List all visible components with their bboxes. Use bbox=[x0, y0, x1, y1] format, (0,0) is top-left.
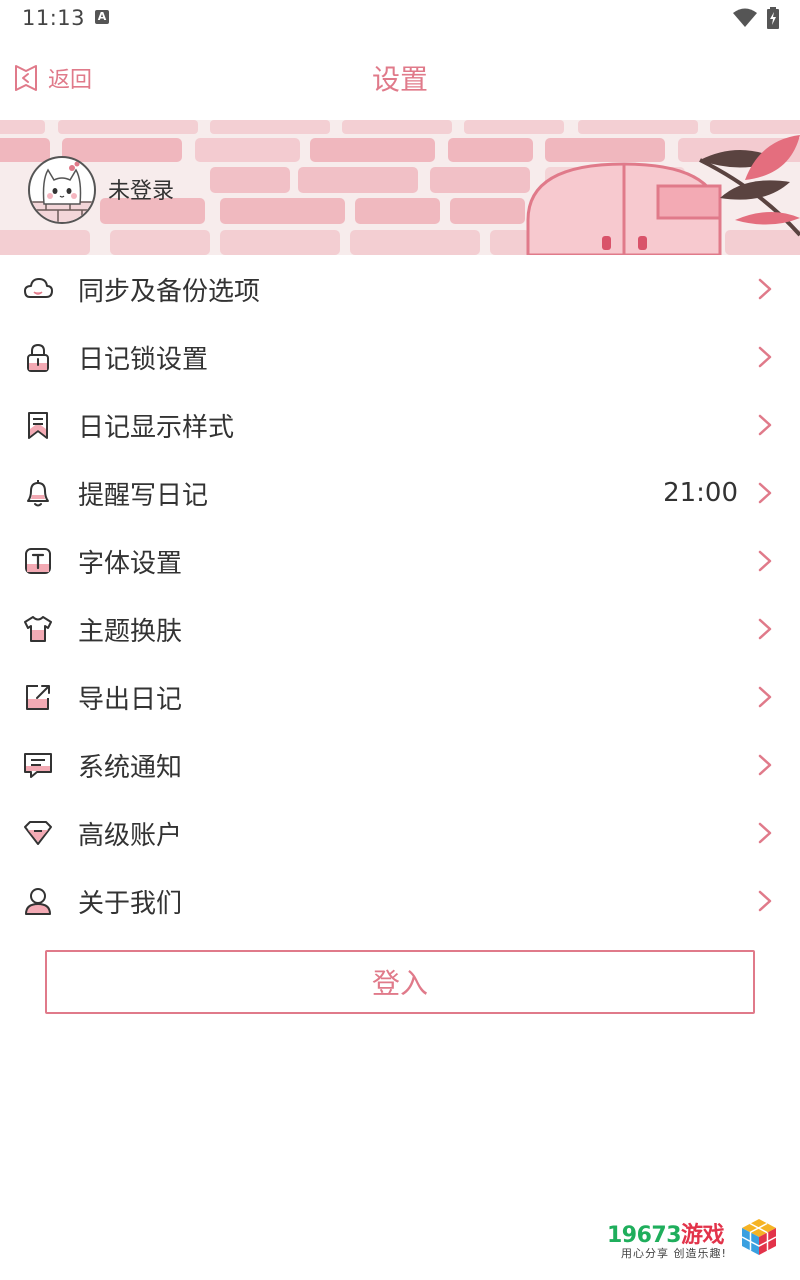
menu-item-label: 导出日记 bbox=[78, 684, 183, 715]
status-time: 11:13 bbox=[22, 6, 86, 30]
login-status: 未登录 bbox=[108, 179, 175, 204]
export-icon bbox=[26, 685, 50, 710]
menu-item-premium-account[interactable]: 高级账户 bbox=[0, 799, 800, 867]
menu-item-diary-lock[interactable]: 日记锁设置 bbox=[0, 323, 800, 391]
menu-item-label: 提醒写日记 bbox=[78, 480, 209, 511]
menu-item-font-settings[interactable]: 字体设置 bbox=[0, 527, 800, 595]
chevron-right-icon bbox=[758, 414, 772, 436]
menu-item-label: 主题换肤 bbox=[78, 616, 183, 647]
message-icon bbox=[24, 753, 52, 778]
chevron-right-icon bbox=[758, 550, 772, 572]
font-icon bbox=[25, 548, 51, 574]
menu-item-display-style[interactable]: 日记显示样式 bbox=[0, 391, 800, 459]
battery-icon bbox=[767, 7, 779, 29]
menu-item-label: 日记锁设置 bbox=[78, 344, 209, 375]
bell-icon bbox=[27, 480, 49, 507]
menu-item-label: 同步及备份选项 bbox=[78, 276, 261, 307]
page-title: 设置 bbox=[371, 63, 428, 96]
chevron-right-icon bbox=[758, 346, 772, 368]
menu-item-sync-backup[interactable]: 同步及备份选项 bbox=[0, 255, 800, 323]
chevron-right-icon bbox=[758, 822, 772, 844]
menu-item-label: 关于我们 bbox=[78, 888, 183, 919]
menu-item-label: 日记显示样式 bbox=[78, 412, 235, 443]
menu-item-about-us[interactable]: 关于我们 bbox=[0, 867, 800, 935]
reminder-time-value: 21:00 bbox=[663, 478, 738, 508]
chevron-right-icon bbox=[758, 618, 772, 640]
settings-menu: 同步及备份选项 日记锁设置 日记显示样式 提醒写日记 21:00 字体设置 主题… bbox=[0, 255, 800, 935]
menu-item-export-diary[interactable]: 导出日记 bbox=[0, 663, 800, 731]
menu-item-label: 系统通知 bbox=[78, 752, 183, 783]
lock-icon bbox=[27, 343, 49, 372]
chevron-right-icon bbox=[758, 686, 772, 708]
login-button[interactable]: 登入 bbox=[45, 950, 755, 1014]
watermark-subtitle: 用心分享 创造乐趣! bbox=[621, 1247, 727, 1260]
chevron-right-icon bbox=[758, 754, 772, 776]
menu-item-system-notice[interactable]: 系统通知 bbox=[0, 731, 800, 799]
watermark-logo: 19673游戏 用心分享 创造乐趣! bbox=[607, 1215, 782, 1265]
cat-avatar-icon bbox=[30, 161, 94, 222]
chevron-right-icon bbox=[758, 482, 772, 504]
menu-item-theme[interactable]: 主题换肤 bbox=[0, 595, 800, 663]
menu-item-reminder[interactable]: 提醒写日记 21:00 bbox=[0, 459, 800, 527]
header: 返回 设置 bbox=[0, 40, 800, 118]
menu-item-label: 高级账户 bbox=[78, 820, 183, 851]
wifi-icon bbox=[733, 8, 757, 27]
bookmark-icon bbox=[28, 412, 48, 439]
chevron-right-icon bbox=[758, 278, 772, 300]
user-icon bbox=[25, 888, 51, 915]
tshirt-icon bbox=[24, 616, 52, 642]
notification-icon: A bbox=[95, 10, 109, 24]
diamond-icon bbox=[24, 821, 52, 845]
menu-item-label: 字体设置 bbox=[78, 548, 183, 579]
chevron-right-icon bbox=[758, 890, 772, 912]
avatar[interactable] bbox=[28, 156, 96, 224]
status-bar: 11:13 A bbox=[0, 0, 800, 38]
cloud-icon bbox=[24, 278, 53, 298]
cube-logo-icon bbox=[741, 1219, 777, 1255]
